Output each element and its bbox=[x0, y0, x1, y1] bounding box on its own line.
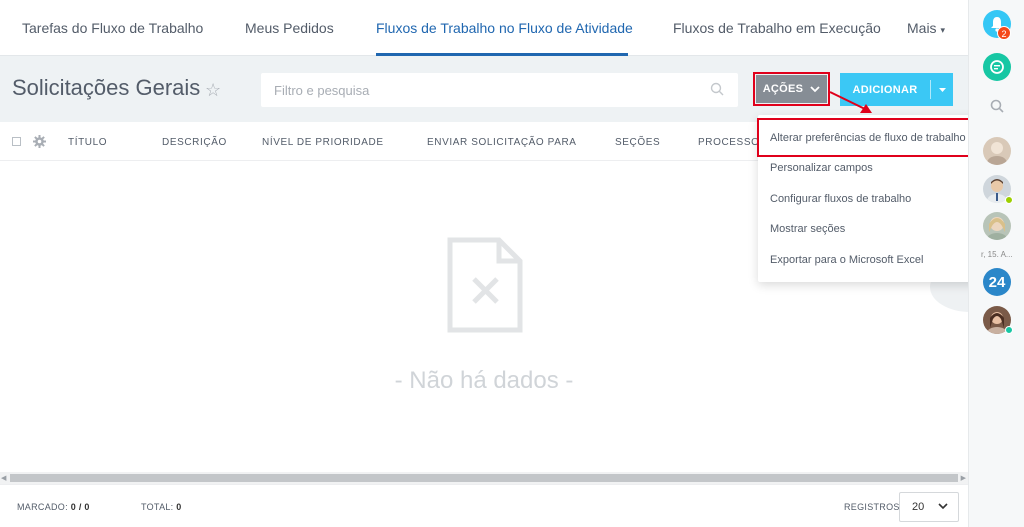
tab-fluxo-atividade[interactable]: Fluxos de Trabalho no Fluxo de Atividade bbox=[376, 20, 633, 36]
marked-count: MARCADO: 0 / 0 bbox=[17, 502, 90, 512]
total-label: TOTAL: bbox=[141, 502, 174, 512]
chevron-down-icon: ▾ bbox=[940, 25, 945, 35]
no-data-icon bbox=[447, 237, 523, 333]
column-header-prioridade[interactable]: NÍVEL DE PRIORIDADE bbox=[262, 137, 384, 148]
annotation-arrow-icon bbox=[829, 91, 872, 113]
column-header-secoes[interactable]: SEÇÕES bbox=[615, 137, 660, 148]
active-tab-underline bbox=[376, 53, 628, 56]
menu-item-personalizar-campos[interactable]: Personalizar campos bbox=[770, 162, 873, 174]
records-per-page-select[interactable]: 20 bbox=[899, 492, 959, 522]
menu-item-mostrar-secoes[interactable]: Mostrar seções bbox=[770, 223, 845, 235]
column-header-enviar[interactable]: ENVIAR SOLICITAÇÃO PARA bbox=[427, 137, 577, 148]
notifications-button[interactable]: 2 bbox=[983, 10, 1011, 40]
truncated-label: r, 15. A... bbox=[981, 250, 1013, 259]
chat-status-indicator bbox=[1005, 326, 1013, 334]
star-icon[interactable]: ☆ bbox=[205, 80, 221, 101]
avatar[interactable] bbox=[983, 137, 1011, 165]
tab-mais-label: Mais bbox=[907, 20, 937, 36]
chevron-down-icon bbox=[810, 85, 820, 92]
chevron-down-icon bbox=[938, 503, 948, 510]
search-input[interactable] bbox=[261, 73, 681, 107]
search-icon[interactable] bbox=[990, 99, 1004, 113]
bitrix24-icon[interactable]: 24 bbox=[983, 268, 1011, 296]
avatar[interactable] bbox=[983, 212, 1011, 240]
notification-badge: 2 bbox=[997, 26, 1011, 40]
tab-meus-pedidos[interactable]: Meus Pedidos bbox=[245, 20, 334, 36]
records-label: REGISTROS: bbox=[844, 502, 903, 512]
horizontal-scrollbar[interactable]: ◀ ▶ bbox=[0, 472, 968, 484]
top-nav: Tarefas do Fluxo de Trabalho Meus Pedido… bbox=[0, 0, 968, 56]
grid-footer: MARCADO: 0 / 0 TOTAL: 0 REGISTROS: 20 bbox=[0, 484, 968, 527]
column-header-titulo[interactable]: TÍTULO bbox=[68, 137, 107, 148]
actions-button-label: AÇÕES bbox=[762, 83, 804, 95]
select-all-checkbox[interactable] bbox=[12, 137, 21, 146]
marked-value: 0 / 0 bbox=[70, 502, 90, 512]
empty-state-text: - Não há dados - bbox=[394, 367, 574, 394]
menu-item-configurar-fluxos[interactable]: Configurar fluxos de trabalho bbox=[770, 193, 911, 205]
menu-item-exportar-excel[interactable]: Exportar para o Microsoft Excel bbox=[770, 254, 923, 266]
scrollbar-thumb[interactable] bbox=[10, 474, 958, 482]
add-menu-caret-icon[interactable] bbox=[931, 87, 953, 92]
chat-icon bbox=[990, 60, 1004, 74]
tab-tarefas[interactable]: Tarefas do Fluxo de Trabalho bbox=[22, 20, 203, 36]
scroll-right-icon[interactable]: ▶ bbox=[961, 474, 966, 482]
records-per-page-value: 20 bbox=[912, 501, 925, 513]
search-box[interactable] bbox=[261, 73, 738, 107]
gear-icon[interactable] bbox=[33, 135, 46, 148]
marked-label: MARCADO: bbox=[17, 502, 68, 512]
page-title: Solicitações Gerais bbox=[12, 75, 201, 100]
total-value: 0 bbox=[176, 502, 182, 512]
right-sidebar: 2 r, 15. A... 24 bbox=[968, 0, 1024, 527]
actions-dropdown-menu: Alterar preferências de fluxo de trabalh… bbox=[757, 115, 981, 282]
search-icon[interactable] bbox=[710, 82, 724, 96]
scroll-left-icon[interactable]: ◀ bbox=[1, 474, 6, 482]
tab-mais[interactable]: Mais ▾ bbox=[907, 20, 945, 36]
total-count: TOTAL: 0 bbox=[141, 502, 182, 512]
online-status-indicator bbox=[1005, 196, 1013, 204]
actions-button[interactable]: AÇÕES bbox=[756, 75, 827, 103]
menu-item-alterar-preferencias[interactable]: Alterar preferências de fluxo de trabalh… bbox=[770, 132, 966, 144]
column-header-descricao[interactable]: DESCRIÇÃO bbox=[162, 137, 227, 148]
chat-button[interactable] bbox=[983, 53, 1011, 81]
tab-em-execucao[interactable]: Fluxos de Trabalho em Execução bbox=[673, 20, 881, 36]
